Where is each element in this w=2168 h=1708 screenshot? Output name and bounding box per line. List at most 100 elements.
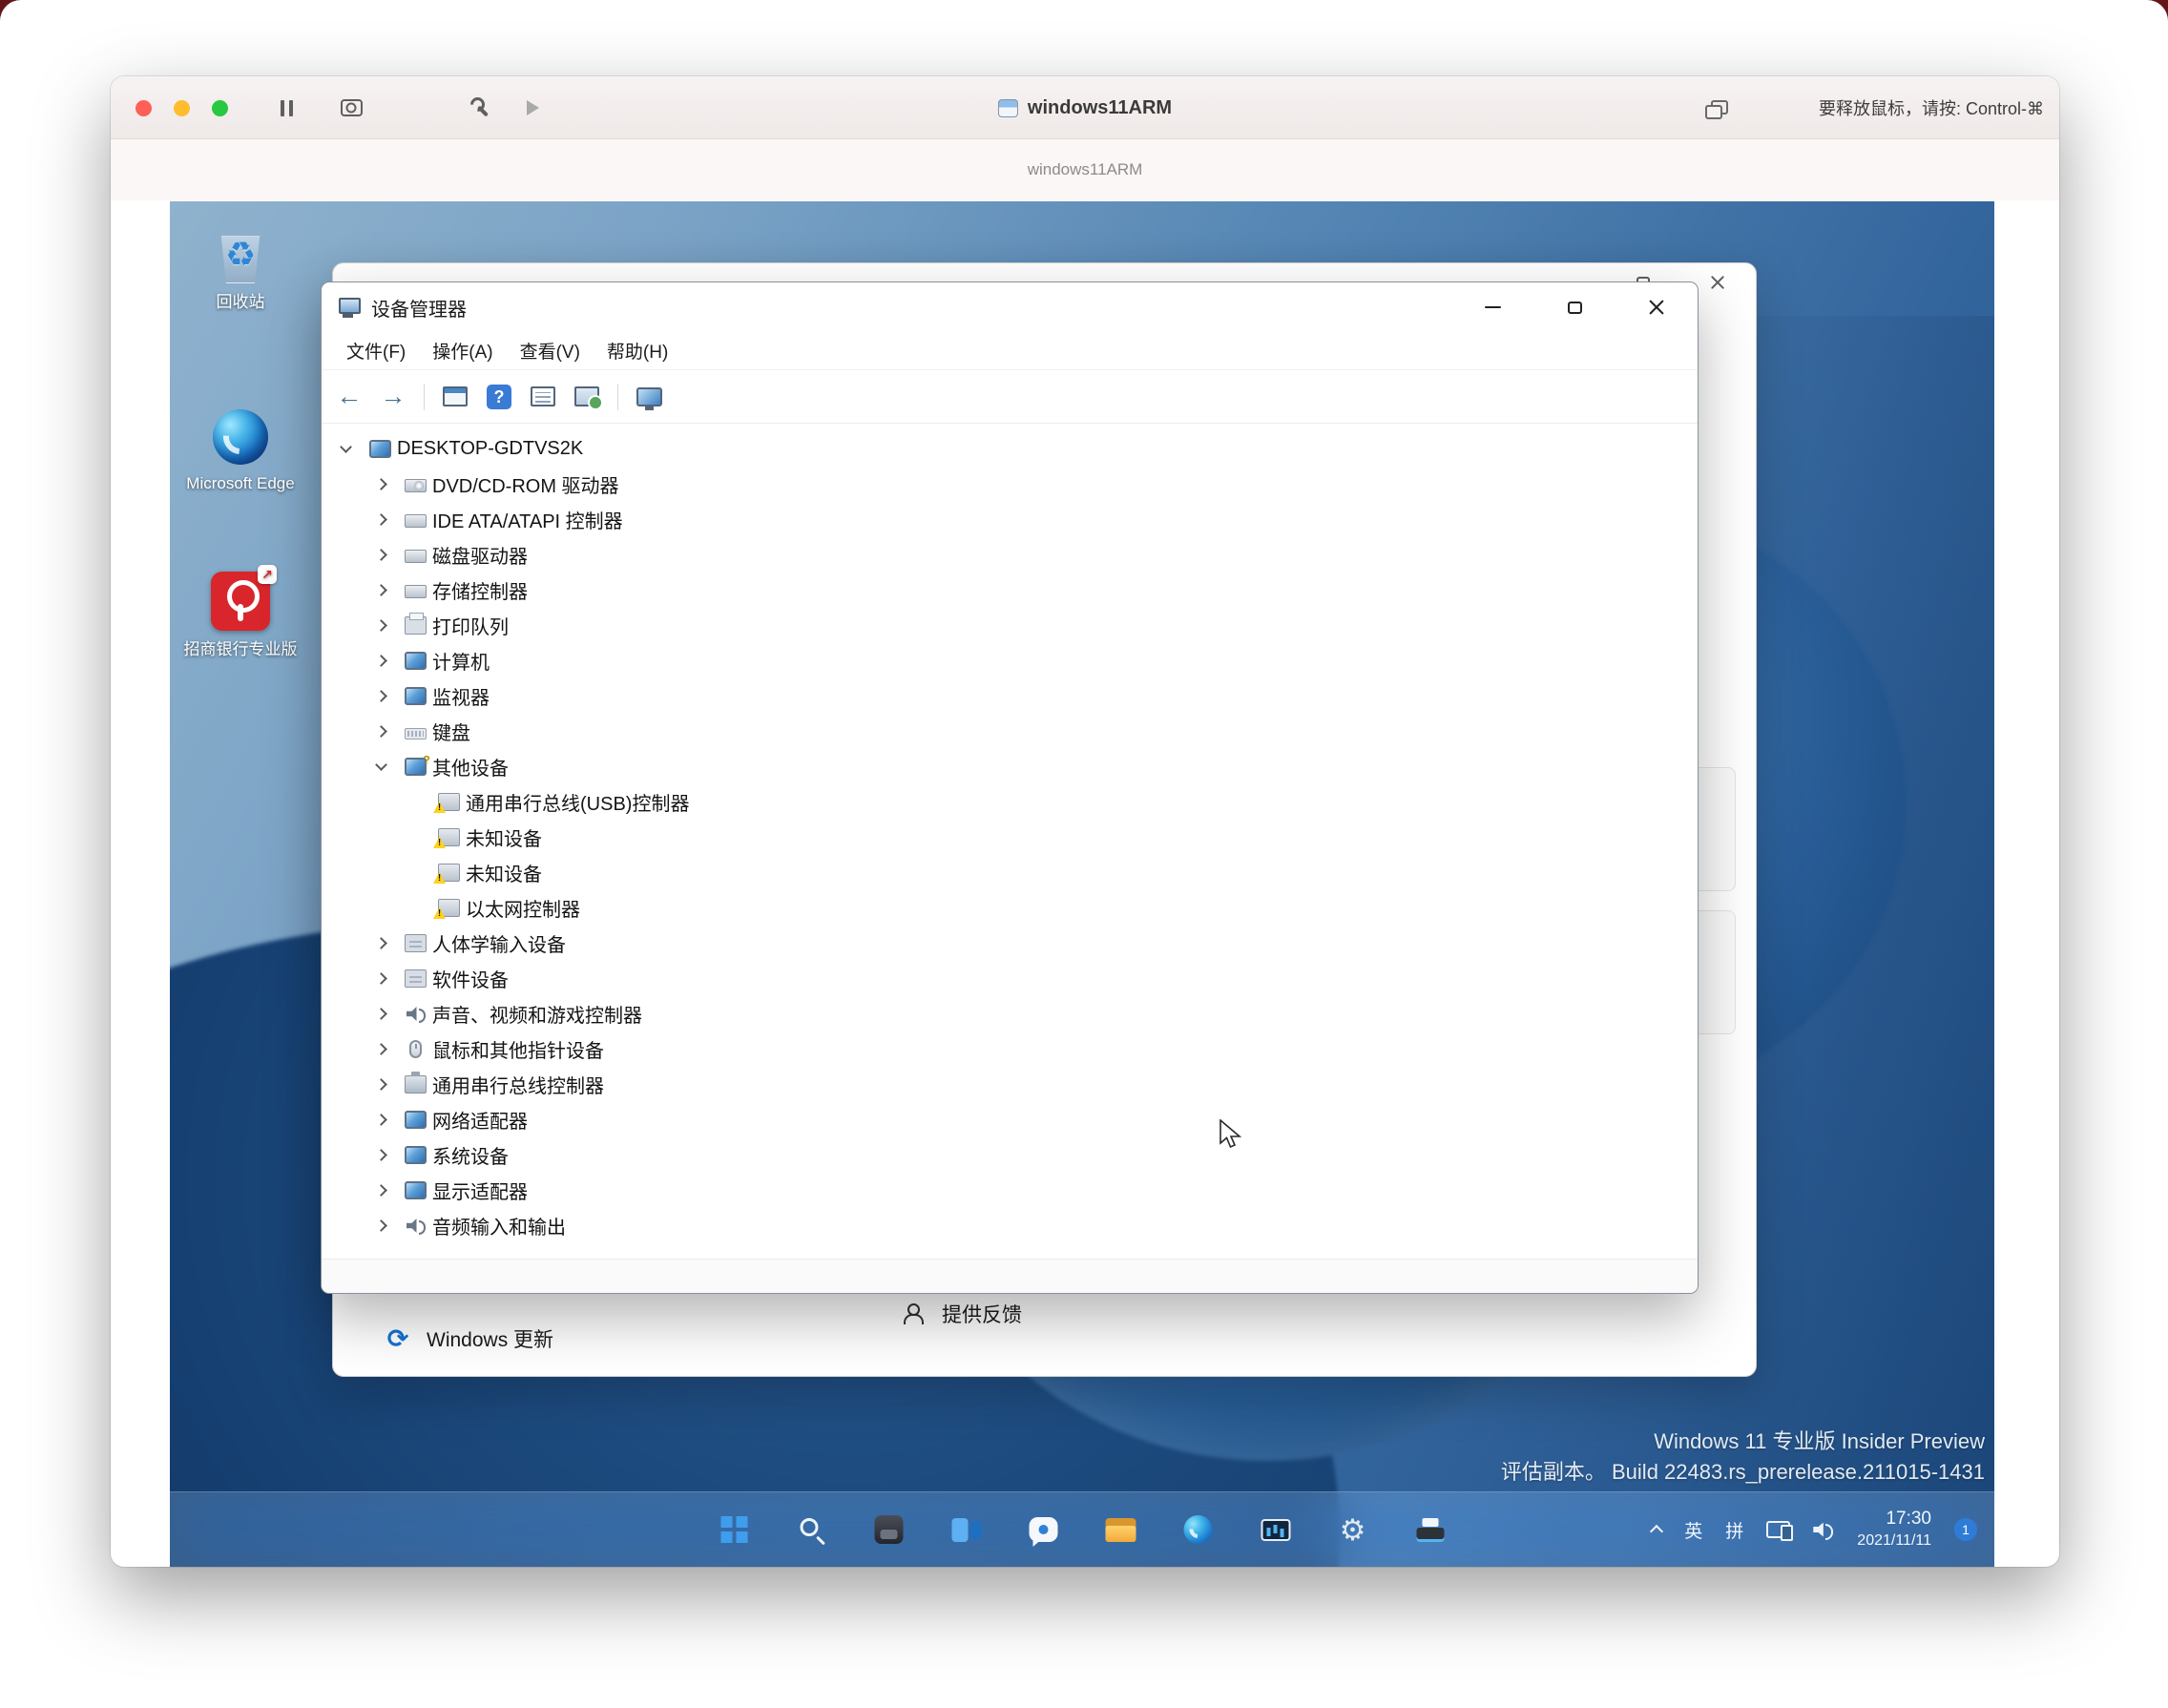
- desktop-icon-recycle-bin[interactable]: 回收站: [183, 224, 298, 313]
- tree-item[interactable]: 声音、视频和游戏控制器: [322, 996, 1698, 1031]
- chevron-right-icon[interactable]: [369, 685, 392, 708]
- chevron-down-icon[interactable]: [334, 438, 357, 461]
- mac-close-button[interactable]: [136, 100, 152, 116]
- file-explorer-taskbar-button[interactable]: [1097, 1506, 1145, 1553]
- device-manager-titlebar[interactable]: 设备管理器: [322, 282, 1698, 332]
- chevron-right-icon[interactable]: [369, 1179, 392, 1202]
- vm-settings-button[interactable]: [464, 92, 498, 124]
- notification-badge[interactable]: 1: [1954, 1518, 1977, 1541]
- chevron-down-icon[interactable]: [369, 756, 392, 779]
- mac-window-title: windows11ARM: [997, 76, 1172, 139]
- display-tray-icon[interactable]: [1766, 1521, 1794, 1541]
- chevron-right-icon[interactable]: [369, 1109, 392, 1132]
- chevron-right-icon[interactable]: [369, 509, 392, 531]
- task-view-taskbar-button[interactable]: [943, 1506, 990, 1553]
- tree-item[interactable]: DVD/CD-ROM 驱动器: [322, 467, 1698, 502]
- dark-app-taskbar-button[interactable]: [865, 1506, 913, 1553]
- tree-item[interactable]: 音频输入和输出: [322, 1208, 1698, 1243]
- back-button[interactable]: [329, 378, 369, 416]
- device-tree: DESKTOP-GDTVS2K DVD/CD-ROM 驱动器 IDE ATA/ATA…: [322, 424, 1698, 1259]
- tree-item[interactable]: 计算机: [322, 643, 1698, 678]
- chevron-right-icon[interactable]: [369, 1073, 392, 1096]
- clock[interactable]: 17:30 2021/11/11: [1857, 1508, 1931, 1552]
- tree-item[interactable]: 网络适配器: [322, 1102, 1698, 1137]
- tree-item-label: 其他设备: [432, 759, 509, 780]
- desktop-icon-edge[interactable]: Microsoft Edge: [183, 409, 298, 494]
- minimize-button[interactable]: [1451, 282, 1533, 332]
- vm-pause-button[interactable]: [269, 92, 303, 124]
- chevron-right-icon[interactable]: [369, 473, 392, 496]
- windows-update-item[interactable]: Windows 更新: [385, 1324, 553, 1353]
- tree-item[interactable]: 打印队列: [322, 608, 1698, 643]
- maximize-icon: [1567, 301, 1582, 314]
- start-taskbar-button[interactable]: [711, 1506, 759, 1553]
- edge-taskbar-button[interactable]: [1175, 1506, 1222, 1553]
- vm-snapshot-button[interactable]: [334, 92, 368, 124]
- settings-taskbar-button[interactable]: [1329, 1506, 1377, 1553]
- tree-item[interactable]: 通用串行总线(USB)控制器: [322, 784, 1698, 820]
- scan-hardware-icon: [574, 386, 603, 410]
- maximize-button[interactable]: [1533, 282, 1616, 332]
- wrench-icon: [469, 96, 492, 119]
- tree-item[interactable]: 人体学输入设备: [322, 926, 1698, 961]
- chat-taskbar-button[interactable]: [1020, 1506, 1068, 1553]
- release-mouse-hint: 要释放鼠标，请按: Control-⌘: [1818, 99, 2044, 118]
- chevron-right-icon[interactable]: [369, 1038, 392, 1061]
- tree-item[interactable]: 显示适配器: [322, 1173, 1698, 1208]
- properties-button[interactable]: [523, 378, 563, 416]
- ime-pinyin-indicator[interactable]: 拼: [1725, 1517, 1743, 1543]
- devices-button[interactable]: [629, 378, 669, 416]
- chevron-right-icon[interactable]: [369, 1215, 392, 1238]
- tree-item[interactable]: 磁盘驱动器: [322, 537, 1698, 573]
- chevron-right-icon[interactable]: [369, 968, 392, 990]
- desktop-icon-cmb-bank[interactable]: 招商银行专业版: [183, 565, 298, 660]
- forward-button[interactable]: [373, 378, 413, 416]
- chevron-right-icon[interactable]: [369, 1144, 392, 1167]
- tree-item[interactable]: 通用串行总线控制器: [322, 1067, 1698, 1102]
- help-button[interactable]: [479, 378, 519, 416]
- tray-overflow-button[interactable]: [1650, 1523, 1664, 1539]
- tree-item[interactable]: IDE ATA/ATAPI 控制器: [322, 502, 1698, 537]
- vm-display-mode-button[interactable]: [1700, 94, 1729, 122]
- tree-item[interactable]: 未知设备: [322, 820, 1698, 855]
- tree-item[interactable]: 存储控制器: [322, 573, 1698, 608]
- chevron-right-icon[interactable]: [369, 1003, 392, 1026]
- chevron-right-icon[interactable]: [369, 650, 392, 673]
- tree-root-item[interactable]: DESKTOP-GDTVS2K: [322, 431, 1698, 467]
- system-monitor-taskbar-button[interactable]: [1252, 1506, 1300, 1553]
- tree-item-label: 鼠标和其他指针设备: [432, 1041, 604, 1062]
- mac-zoom-button[interactable]: [212, 100, 228, 116]
- chevron-right-icon[interactable]: [369, 932, 392, 955]
- cmb-bank-icon: [211, 565, 277, 631]
- menu-view[interactable]: 查看(V): [507, 332, 594, 369]
- tree-item[interactable]: 其他设备: [322, 749, 1698, 784]
- windows-stack-icon: [1704, 99, 1728, 119]
- console-tree-button[interactable]: [435, 378, 475, 416]
- device-manager-taskbar-button[interactable]: [1407, 1506, 1454, 1553]
- close-button[interactable]: [1616, 282, 1698, 332]
- tree-item[interactable]: 系统设备: [322, 1137, 1698, 1173]
- vm-play-button[interactable]: [515, 92, 550, 124]
- menu-file[interactable]: 文件(F): [333, 332, 419, 369]
- chevron-right-icon[interactable]: [369, 614, 392, 637]
- tree-item[interactable]: 以太网控制器: [322, 890, 1698, 926]
- tree-item[interactable]: 监视器: [322, 678, 1698, 714]
- scan-hardware-button[interactable]: [567, 378, 607, 416]
- mac-minimize-button[interactable]: [174, 100, 190, 116]
- volume-tray-icon[interactable]: [1813, 1522, 1834, 1540]
- tree-item[interactable]: 鼠标和其他指针设备: [322, 1031, 1698, 1067]
- menu-help[interactable]: 帮助(H): [594, 332, 681, 369]
- settings-close-button[interactable]: [1703, 269, 1732, 296]
- chevron-right-icon[interactable]: [369, 544, 392, 567]
- windows-update-label: Windows 更新: [427, 1329, 554, 1351]
- feedback-link[interactable]: 提供反馈: [904, 1300, 1022, 1328]
- tree-item[interactable]: 未知设备: [322, 855, 1698, 890]
- menu-action[interactable]: 操作(A): [419, 332, 506, 369]
- tree-item[interactable]: 键盘: [322, 714, 1698, 749]
- chevron-right-icon[interactable]: [369, 720, 392, 743]
- ime-english-indicator[interactable]: 英: [1684, 1517, 1702, 1543]
- search-taskbar-button[interactable]: [788, 1506, 836, 1553]
- chevron-right-icon[interactable]: [369, 579, 392, 602]
- mouse-cursor: [1219, 1118, 1243, 1156]
- tree-item[interactable]: 软件设备: [322, 961, 1698, 996]
